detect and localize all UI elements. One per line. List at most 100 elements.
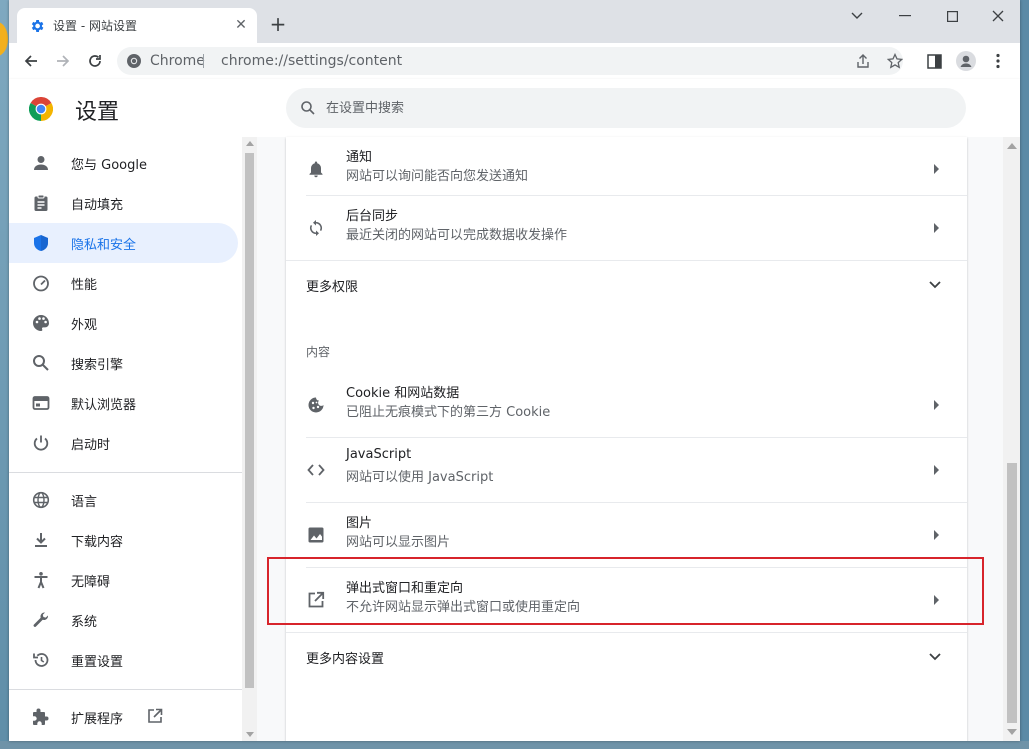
minimize-button[interactable] xyxy=(882,5,928,27)
share-icon[interactable] xyxy=(854,52,872,70)
sidebar-item-label: 扩展程序 xyxy=(71,712,124,727)
tab-settings[interactable]: 设置 - 网站设置 ✕ xyxy=(17,8,257,43)
arrow-right-icon xyxy=(934,400,939,410)
sidebar-item-label: 默认浏览器 xyxy=(71,398,137,413)
setting-row-title: 图片 xyxy=(346,516,373,531)
sidebar-item-languages[interactable]: 语言 xyxy=(9,480,238,520)
menu-kebab-icon[interactable] xyxy=(988,51,1008,71)
sidebar-item-on-startup[interactable]: 启动时 xyxy=(9,423,238,463)
settings-search-box[interactable] xyxy=(286,88,966,128)
arrow-right-icon xyxy=(934,465,939,475)
sidebar-item-appearance[interactable]: 外观 xyxy=(9,303,238,343)
sidebar-scrollbar-thumb[interactable] xyxy=(245,153,254,688)
chrome-logo-icon xyxy=(29,97,53,121)
sidebar-item-label: 隐私和安全 xyxy=(71,238,137,253)
setting-row-images[interactable]: 图片 网站可以显示图片 xyxy=(286,503,967,568)
omnibox-separator xyxy=(203,54,204,68)
maximize-button[interactable] xyxy=(929,5,975,27)
reload-button[interactable] xyxy=(83,49,107,73)
palette-icon xyxy=(31,313,51,333)
cookie-icon xyxy=(306,395,326,415)
forward-button[interactable] xyxy=(51,49,75,73)
profile-avatar-icon[interactable] xyxy=(956,51,976,71)
setting-row-title: 弹出式窗口和重定向 xyxy=(346,581,464,596)
scroll-up-arrow-icon[interactable] xyxy=(246,141,254,146)
sync-icon xyxy=(306,218,326,238)
tab-title: 设置 - 网站设置 xyxy=(53,19,137,33)
setting-row-subtitle: 最近关闭的网站可以完成数据收发操作 xyxy=(346,228,568,243)
expander-label: 更多权限 xyxy=(306,280,359,295)
bell-icon xyxy=(306,159,326,179)
sidebar-item-label: 无障碍 xyxy=(71,575,111,590)
download-icon xyxy=(31,530,51,550)
sidebar-item-label: 语言 xyxy=(71,495,98,510)
setting-row-subtitle: 不允许网站显示弹出式窗口或使用重定向 xyxy=(346,600,581,615)
back-button[interactable] xyxy=(19,49,43,73)
shield-icon xyxy=(31,233,51,253)
setting-row-cookies[interactable]: Cookie 和网站数据 已阻止无痕模式下的第三方 Cookie xyxy=(286,373,967,438)
tab-close-icon[interactable]: ✕ xyxy=(233,17,249,33)
side-panel-icon[interactable] xyxy=(924,51,944,71)
new-tab-button[interactable]: + xyxy=(267,14,289,36)
arrow-right-icon xyxy=(934,530,939,540)
setting-row-title: 后台同步 xyxy=(346,209,399,224)
sidebar-item-label: 搜索引擎 xyxy=(71,358,124,373)
arrow-right-icon xyxy=(934,164,939,174)
sidebar-item-accessibility[interactable]: 无障碍 xyxy=(9,560,238,600)
sidebar-item-autofill[interactable]: 自动填充 xyxy=(9,183,238,223)
setting-row-background-sync[interactable]: 后台同步 最近关闭的网站可以完成数据收发操作 xyxy=(286,196,967,261)
address-bar[interactable]: Chrome chrome://settings/content xyxy=(117,47,903,75)
close-window-button[interactable] xyxy=(975,5,1020,27)
setting-row-notifications[interactable]: 通知 网站可以询问能否向您发送通知 xyxy=(286,137,967,202)
more-permissions-expander[interactable]: 更多权限 xyxy=(286,261,967,309)
settings-header: 设置 xyxy=(9,79,1020,137)
browser-icon xyxy=(31,393,51,413)
site-settings-card: 通知 网站可以询问能否向您发送通知 后台同步 最近关闭的网站可以完成数据收发操作… xyxy=(286,137,967,741)
scroll-down-arrow-icon[interactable] xyxy=(1007,729,1017,735)
main-scrollbar-thumb[interactable] xyxy=(1007,463,1017,723)
sidebar-item-label: 重置设置 xyxy=(71,655,124,670)
sidebar-scrollbar[interactable] xyxy=(242,137,257,741)
setting-row-title: 通知 xyxy=(346,150,373,165)
setting-row-popups-redirects[interactable]: 弹出式窗口和重定向 不允许网站显示弹出式窗口或使用重定向 xyxy=(286,568,967,633)
settings-gear-icon xyxy=(31,20,44,32)
page-title: 设置 xyxy=(75,100,120,125)
setting-row-title: Cookie 和网站数据 xyxy=(346,386,460,401)
sidebar-item-extensions[interactable]: 扩展程序 xyxy=(9,697,238,737)
sidebar-item-you-and-google[interactable]: 您与 Google xyxy=(9,143,238,183)
bookmark-star-icon[interactable] xyxy=(886,52,904,70)
settings-search-input[interactable] xyxy=(326,88,946,128)
sidebar-item-search-engine[interactable]: 搜索引擎 xyxy=(9,343,238,383)
power-icon xyxy=(31,433,51,453)
sidebar-item-default-browser[interactable]: 默认浏览器 xyxy=(9,383,238,423)
accessibility-icon xyxy=(31,570,51,590)
sidebar-divider xyxy=(9,689,242,690)
chevron-down-icon[interactable] xyxy=(834,5,880,27)
scroll-up-arrow-icon[interactable] xyxy=(1007,143,1017,149)
scroll-down-arrow-icon[interactable] xyxy=(246,732,254,737)
setting-row-javascript[interactable]: JavaScript 网站可以使用 JavaScript xyxy=(286,438,967,503)
reset-icon xyxy=(31,650,51,670)
sidebar-item-label: 系统 xyxy=(71,615,98,630)
sidebar-item-reset-settings[interactable]: 重置设置 xyxy=(9,640,238,680)
sidebar-item-privacy-security[interactable]: 隐私和安全 xyxy=(9,223,238,263)
sidebar-item-downloads[interactable]: 下载内容 xyxy=(9,520,238,560)
setting-row-subtitle: 网站可以询问能否向您发送通知 xyxy=(346,169,529,184)
sidebar-item-label: 性能 xyxy=(71,278,98,293)
external-link-icon xyxy=(147,708,163,724)
more-content-settings-expander[interactable]: 更多内容设置 xyxy=(286,633,967,681)
setting-row-title: JavaScript xyxy=(346,447,412,462)
sidebar-item-system[interactable]: 系统 xyxy=(9,600,238,640)
setting-row-subtitle: 已阻止无痕模式下的第三方 Cookie xyxy=(346,405,551,420)
puzzle-icon xyxy=(31,707,51,727)
main-scrollbar[interactable] xyxy=(1003,137,1020,741)
clipboard-icon xyxy=(31,193,51,213)
search-icon xyxy=(301,101,315,115)
sidebar-divider xyxy=(9,472,242,473)
browser-window: 设置 - 网站设置 ✕ + Chrome chrome://settings/c… xyxy=(9,0,1020,741)
arrow-right-icon xyxy=(934,223,939,233)
omnibox-url[interactable]: chrome://settings/content xyxy=(221,53,402,69)
browser-toolbar: Chrome chrome://settings/content xyxy=(9,43,1020,79)
sidebar-item-performance[interactable]: 性能 xyxy=(9,263,238,303)
settings-sidebar: 您与 Google 自动填充 隐私和安全 性能 外观 搜索引擎 默认浏览器 启动… xyxy=(9,137,242,741)
